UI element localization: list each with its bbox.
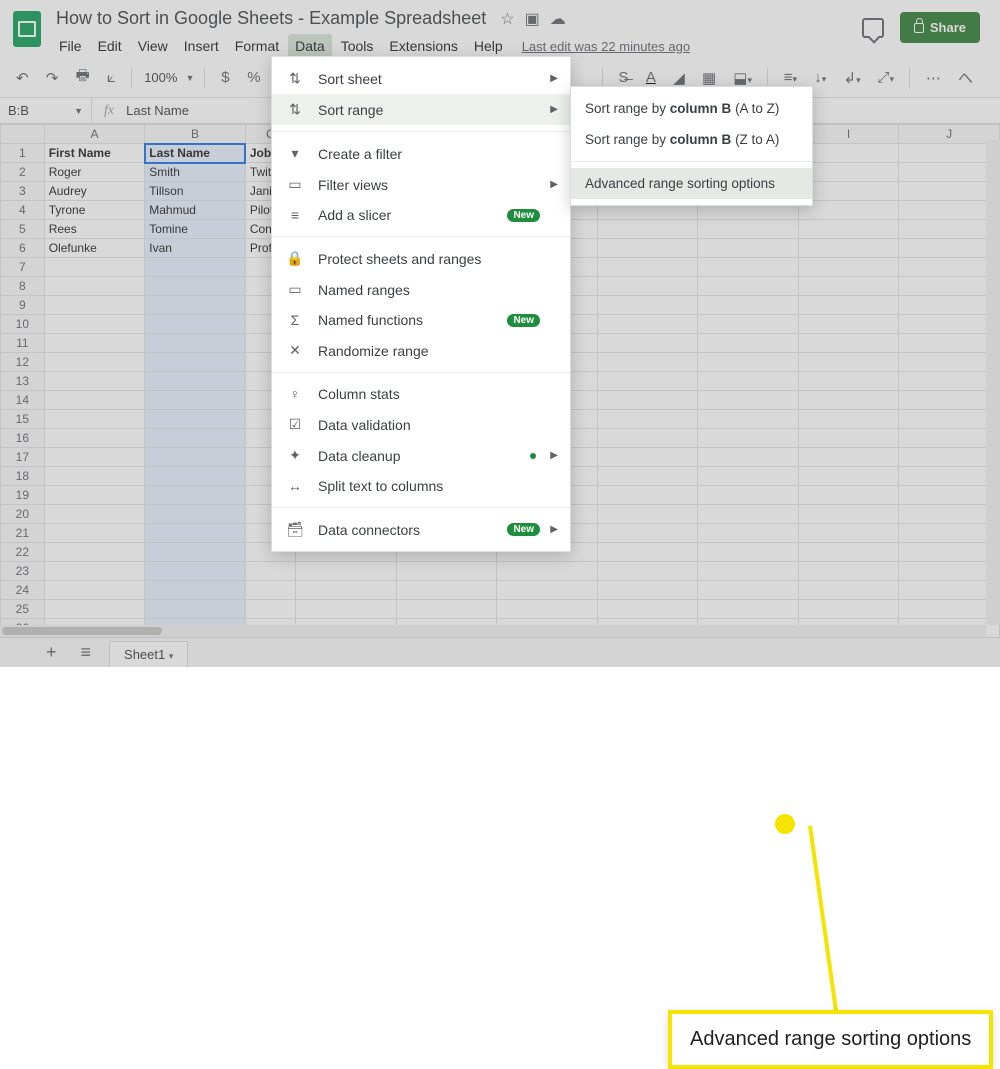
menu-tools[interactable]: Tools [334,34,381,58]
name-box-value: B:B [8,103,29,118]
sheet-tab[interactable]: Sheet1 ▾ [109,641,188,667]
format-currency-icon[interactable]: $ [215,65,235,90]
menu-extensions[interactable]: Extensions [382,34,464,58]
menu-help[interactable]: Help [467,34,510,58]
fx-icon: fx [92,103,126,119]
menu-named-functions[interactable]: ΣNamed functionsNew [272,305,570,335]
zoom-level[interactable]: 100% [142,70,179,85]
sheets-logo[interactable] [6,8,48,50]
lock-icon: 🔒 [286,250,304,267]
col-header[interactable]: A [44,125,145,144]
collapse-toolbar-icon[interactable]: へ [952,63,978,92]
redo-icon[interactable]: ↷ [40,65,64,91]
shuffle-icon: ✕ [286,342,304,359]
col-header[interactable]: I [798,125,899,144]
menu-filter-views[interactable]: ▭Filter views▶ [272,169,570,200]
share-label: Share [930,20,966,35]
menu-view[interactable]: View [131,34,175,58]
comments-icon[interactable] [862,18,884,38]
share-button[interactable]: Share [900,12,980,43]
chevron-right-icon: ▶ [550,524,558,535]
menu-data-validation[interactable]: ☑Data validation [272,409,570,440]
sort-range-icon: ⇅ [286,101,304,118]
sigma-icon: Σ [286,312,304,328]
annotation-dot-icon [775,814,795,834]
database-icon: 🗃 [286,521,304,538]
move-icon[interactable]: ▣ [525,9,540,29]
table-row[interactable]: 25 [1,600,1000,619]
col-header[interactable]: J [899,125,1000,144]
split-icon: ↔ [286,478,304,494]
chevron-right-icon: ▶ [550,179,558,190]
menu-insert[interactable]: Insert [177,34,226,58]
menu-split-text[interactable]: ↔Split text to columns [272,471,570,501]
menu-data[interactable]: Data [288,34,332,58]
submenu-advanced-sort[interactable]: Advanced range sorting options [571,168,812,199]
sort-range-submenu: Sort range by column B (A to Z) Sort ran… [570,86,813,206]
lock-icon [914,23,924,33]
menu-format[interactable]: Format [228,34,286,58]
named-ranges-icon: ▭ [286,281,304,298]
menu-file[interactable]: File [52,34,89,58]
menu-data-cleanup[interactable]: ✦Data cleanup▶ [272,440,570,471]
menu-sort-sheet[interactable]: ⇅Sort sheet▶ [272,63,570,94]
menu-add-slicer[interactable]: ≡Add a slicerNew [272,200,570,230]
last-edit-link[interactable]: Last edit was 22 minutes ago [522,39,690,54]
chevron-right-icon: ▶ [550,73,558,84]
more-toolbar-icon[interactable]: ⋯ [920,65,946,91]
cloud-status-icon[interactable]: ☁ [550,9,566,29]
chevron-down-icon[interactable]: ▼ [185,73,194,83]
filter-views-icon: ▭ [286,176,304,193]
menu-create-filter[interactable]: ▾Create a filter [272,138,570,169]
text-rotation-icon[interactable]: ⤢▾ [872,65,899,90]
new-badge: New [507,314,540,327]
sparkle-icon: ✦ [286,447,304,464]
chevron-down-icon: ▼ [74,106,83,116]
table-row[interactable]: 24 [1,581,1000,600]
chevron-right-icon: ▶ [550,450,558,461]
menu-randomize-range[interactable]: ✕Randomize range [272,335,570,366]
table-row[interactable]: 23 [1,562,1000,581]
new-badge: New [507,209,540,222]
name-box[interactable]: B:B ▼ [0,98,92,123]
filter-icon: ▾ [286,145,304,162]
checklist-icon: ☑ [286,416,304,433]
select-all-cell[interactable] [1,125,45,144]
star-icon[interactable]: ☆ [500,9,514,29]
horizontal-scrollbar[interactable] [0,625,986,637]
add-sheet-button[interactable]: + [40,642,63,663]
annotation-line [808,825,841,1034]
status-dot-icon [530,453,536,459]
formula-bar-value[interactable]: Last Name [126,103,189,118]
paint-format-icon[interactable]: ⟀ [101,65,121,90]
lightbulb-icon: ♀ [286,386,304,402]
submenu-sort-za[interactable]: Sort range by column B (Z to A) [571,124,812,155]
col-header-selected[interactable]: B [145,125,246,144]
all-sheets-button[interactable]: ≡ [75,642,98,663]
annotation-label: Advanced range sorting options [668,1010,993,1069]
undo-icon[interactable]: ↶ [10,65,34,91]
menu-protect-sheets[interactable]: 🔒Protect sheets and ranges [272,243,570,274]
chevron-right-icon: ▶ [550,104,558,115]
menu-edit[interactable]: Edit [91,34,129,58]
new-badge: New [507,523,540,536]
sort-icon: ⇅ [286,70,304,87]
format-percent-icon[interactable]: % [241,65,266,90]
data-menu-panel: ⇅Sort sheet▶ ⇅Sort range▶ ▾Create a filt… [271,56,571,552]
menu-column-stats[interactable]: ♀Column stats [272,379,570,409]
slicer-icon: ≡ [286,207,304,223]
document-title[interactable]: How to Sort in Google Sheets - Example S… [52,6,490,31]
menu-sort-range[interactable]: ⇅Sort range▶ [272,94,570,125]
menu-named-ranges[interactable]: ▭Named ranges [272,274,570,305]
text-wrap-icon[interactable]: ↲▾ [837,65,865,91]
vertical-scrollbar[interactable] [986,140,1000,625]
menu-data-connectors[interactable]: 🗃Data connectorsNew▶ [272,514,570,545]
submenu-sort-az[interactable]: Sort range by column B (A to Z) [571,93,812,124]
print-icon[interactable]: 🖶 [70,61,95,94]
